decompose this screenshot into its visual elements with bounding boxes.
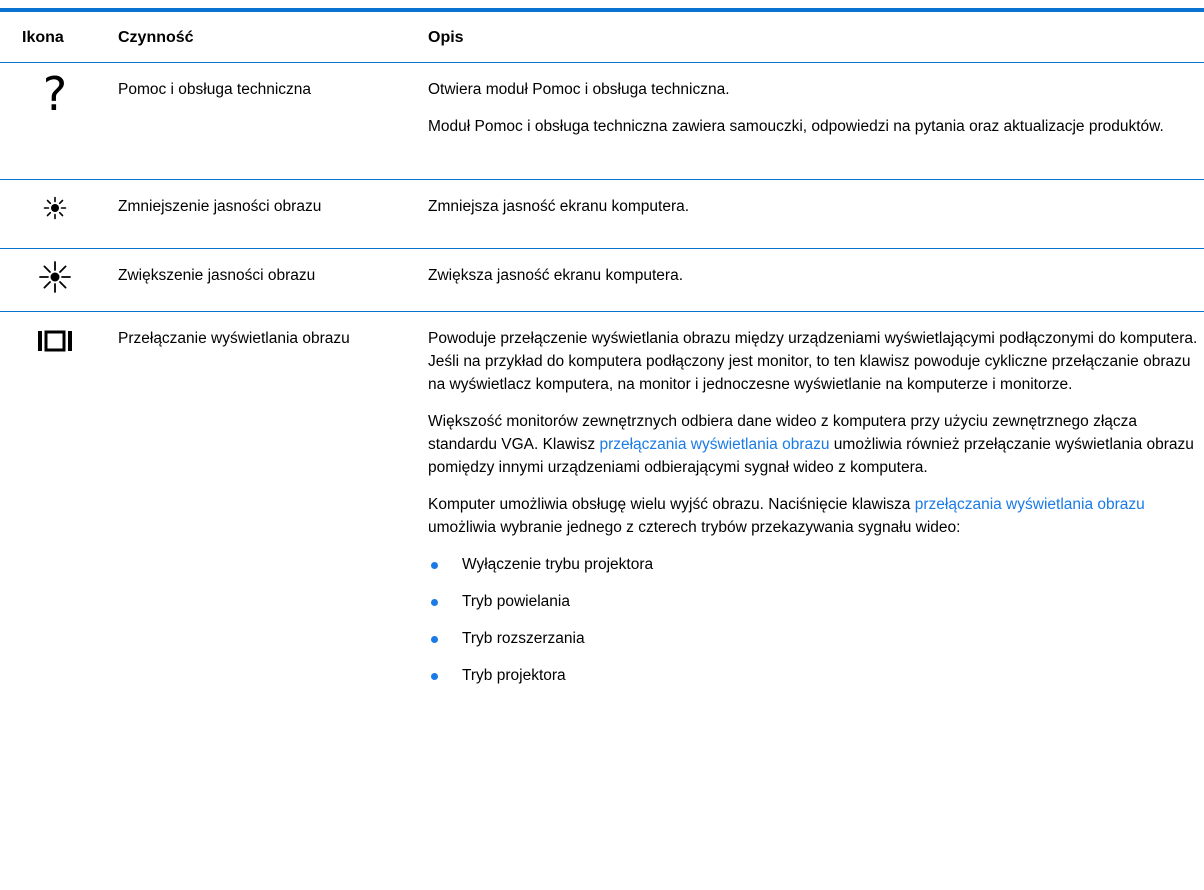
table-header: Ikona Czynność Opis <box>0 12 1204 63</box>
display-switch-icon <box>0 330 110 352</box>
description-text: Otwiera moduł Pomoc i obsługa techniczna… <box>428 81 730 98</box>
list-item: Tryb powielania <box>428 590 1198 627</box>
mode-list: Wyłączenie trybu projektora Tryb powiela… <box>428 553 1198 701</box>
bullet-icon <box>431 673 438 680</box>
description: Otwiera moduł Pomoc i obsługa techniczna… <box>428 78 1198 152</box>
bullet-icon <box>431 599 438 606</box>
description-text: Większość monitorów zewnętrznych odbiera… <box>428 413 1194 476</box>
description: Zmniejsza jasność ekranu komputera. <box>428 195 1198 232</box>
brightness-down-icon <box>0 196 110 220</box>
display-switch-link[interactable]: przełączania wyświetlania obrazu <box>599 436 829 453</box>
bullet-icon <box>431 636 438 643</box>
header-description: Opis <box>428 29 464 46</box>
description-text: Powoduje przełączenie wyświetlania obraz… <box>428 330 1198 393</box>
header-action: Czynność <box>118 29 194 46</box>
function-key-table: Ikona Czynność Opis ? Pomoc i obsługa te… <box>0 8 1204 832</box>
list-item: Tryb projektora <box>428 664 1198 701</box>
description-text: Zmniejsza jasność ekranu komputera. <box>428 198 690 215</box>
table-row: ? Pomoc i obsługa techniczna Otwiera mod… <box>0 63 1204 180</box>
question-mark-icon: ? <box>42 67 68 121</box>
action-label: Przełączanie wyświetlania obrazu <box>118 330 350 347</box>
action-label: Zwiększenie jasności obrazu <box>118 267 316 284</box>
table-row: Zmniejszenie jasności obrazu Zmniejsza j… <box>0 180 1204 249</box>
description-text: Moduł Pomoc i obsługa techniczna zawiera… <box>428 118 1164 135</box>
action-label: Zmniejszenie jasności obrazu <box>118 198 322 215</box>
description: Powoduje przełączenie wyświetlania obraz… <box>428 327 1198 701</box>
header-icon: Ikona <box>22 29 64 46</box>
table-row: Zwiększenie jasności obrazu Zwiększa jas… <box>0 249 1204 312</box>
description-text: Komputer umożliwia obsługę wielu wyjść o… <box>428 496 1145 536</box>
list-item: Tryb rozszerzania <box>428 627 1198 664</box>
description-text: Zwiększa jasność ekranu komputera. <box>428 267 684 284</box>
description: Zwiększa jasność ekranu komputera. <box>428 264 1198 301</box>
bullet-icon <box>431 562 438 569</box>
list-item: Wyłączenie trybu projektora <box>428 553 1198 590</box>
table-row: Przełączanie wyświetlania obrazu Powoduj… <box>0 312 1204 832</box>
action-label: Pomoc i obsługa techniczna <box>118 81 312 98</box>
brightness-up-icon <box>0 261 110 293</box>
display-switch-link[interactable]: przełączania wyświetlania obrazu <box>915 496 1145 513</box>
